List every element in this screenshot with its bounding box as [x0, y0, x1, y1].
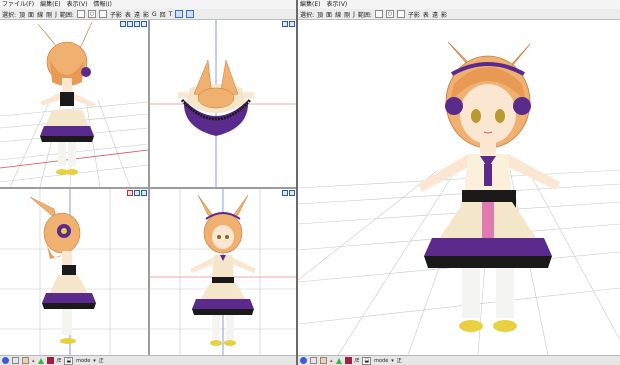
viewport-back-controls: [120, 21, 147, 27]
viewport-front[interactable]: [150, 189, 296, 355]
viewport-top-controls: [282, 21, 295, 27]
viewport-front-controls: [282, 190, 295, 196]
tool-far[interactable]: 遠: [134, 10, 140, 19]
range-circle-button[interactable]: ○: [385, 10, 394, 18]
menu-edit[interactable]: 編集(E): [40, 0, 60, 9]
select-joint[interactable]: J: [353, 11, 355, 18]
tool-shadow[interactable]: 影: [143, 10, 149, 19]
viewport-back-canvas: [0, 21, 148, 187]
left-toolbar: 選択: 頂 面 線 剛 J 範囲: ○ 子影 表 遠 影 G 回 T: [0, 9, 296, 20]
viewport-ctrl-icon[interactable]: [134, 190, 140, 196]
select-edge[interactable]: 線: [37, 10, 43, 19]
menu-view[interactable]: 表示(V): [326, 0, 347, 9]
move-icon[interactable]: [310, 357, 317, 364]
viewport-front-canvas: [150, 189, 296, 355]
viewport-side-controls: [127, 190, 147, 196]
axis-icon[interactable]: [2, 357, 9, 364]
viewport-ctrl-icon[interactable]: [127, 21, 133, 27]
tool-surface[interactable]: 表: [423, 10, 429, 19]
material-swatch-icon[interactable]: [46, 357, 54, 364]
range-label: 範囲:: [357, 11, 372, 19]
deg-field[interactable]: ⬓: [362, 356, 372, 365]
move-icon[interactable]: [12, 357, 19, 364]
tool-shadow[interactable]: 影: [441, 10, 447, 19]
viewport-ctrl-icon[interactable]: [289, 21, 295, 27]
viewport-ctrl-icon[interactable]: [127, 190, 133, 196]
viewport-ctrl-icon[interactable]: [282, 190, 288, 196]
tool-child[interactable]: 子影: [408, 10, 420, 19]
viewport-top[interactable]: [150, 20, 296, 187]
viewport-perspective[interactable]: [298, 20, 620, 355]
range-toggle-button[interactable]: [98, 10, 107, 18]
select-face[interactable]: 面: [326, 10, 332, 19]
range-rect-button[interactable]: [76, 10, 85, 18]
tool-rotate[interactable]: 回: [160, 10, 166, 19]
menu-file[interactable]: ファイル(F): [2, 0, 34, 9]
viewport-back[interactable]: [0, 20, 148, 187]
right-toolbar: 選択: 頂 面 線 剛 J 範囲: ○ 子影 表 遠 影: [298, 9, 620, 20]
select-label: 選択:: [2, 11, 17, 19]
select-edge[interactable]: 線: [335, 10, 341, 19]
green-arrow-icon[interactable]: [335, 357, 342, 364]
menu-edit[interactable]: 編集(E): [300, 0, 320, 9]
right-statusbar: ▴ /E ⬓ mode ▾ 正: [298, 355, 620, 365]
character-perspective-view: [418, 41, 560, 332]
grid-indicator[interactable]: ▴: [32, 358, 35, 364]
viewport-side-canvas: [0, 189, 148, 355]
select-face[interactable]: 面: [28, 10, 34, 19]
left-editor-window: ファイル(F) 編集(E) 表示(V) 情報(I) 選択: 頂 面 線 剛 J …: [0, 0, 296, 365]
extra-label: 正: [98, 358, 104, 364]
viewport-ctrl-icon[interactable]: [282, 21, 288, 27]
num-label: /E: [354, 357, 360, 364]
color-swatch-icon[interactable]: [320, 357, 327, 364]
menu-view[interactable]: 表示(V): [67, 0, 88, 9]
range-toggle-button[interactable]: [396, 10, 405, 18]
deg-field[interactable]: ⬓: [64, 356, 74, 365]
viewport-ctrl-icon[interactable]: [141, 21, 147, 27]
num-label: /E: [56, 357, 62, 364]
green-arrow-icon[interactable]: [37, 357, 44, 364]
viewport-ctrl-icon[interactable]: [141, 190, 147, 196]
select-vertex[interactable]: 頂: [19, 10, 25, 19]
extra-label: 正: [396, 358, 402, 364]
range-label: 範囲:: [59, 11, 74, 19]
left-menubar: ファイル(F) 編集(E) 表示(V) 情報(I): [0, 0, 296, 9]
mode-dropdown[interactable]: ▾: [93, 358, 96, 364]
grid-mode-icon[interactable]: [186, 10, 195, 18]
range-rect-button[interactable]: [374, 10, 383, 18]
menu-info[interactable]: 情報(I): [93, 0, 111, 9]
mode-dropdown[interactable]: ▾: [391, 358, 394, 364]
select-label: 選択:: [300, 11, 315, 19]
right-menubar: 編集(E) 表示(V): [298, 0, 620, 9]
character-back-view: [37, 21, 96, 175]
mode-label: mode: [374, 357, 389, 364]
mode-label: mode: [76, 357, 91, 364]
select-rigid[interactable]: 剛: [46, 10, 52, 19]
tool-child[interactable]: 子影: [110, 10, 122, 19]
select-joint[interactable]: J: [55, 11, 57, 18]
tool-t[interactable]: T: [169, 11, 173, 18]
color-swatch-icon[interactable]: [22, 357, 29, 364]
viewport-ctrl-icon[interactable]: [134, 21, 140, 27]
viewport-top-canvas: [150, 20, 296, 187]
view-mode-icon[interactable]: [175, 10, 184, 18]
tool-far[interactable]: 遠: [432, 10, 438, 19]
axis-icon[interactable]: [300, 357, 307, 364]
range-circle-button[interactable]: ○: [87, 10, 96, 18]
left-statusbar: ▴ /E ⬓ mode ▾ 正: [0, 355, 296, 365]
viewport-side[interactable]: [0, 189, 148, 355]
viewport-perspective-canvas: [298, 41, 620, 355]
viewport-ctrl-icon[interactable]: [120, 21, 126, 27]
grid-indicator[interactable]: ▴: [330, 358, 333, 364]
tool-surface[interactable]: 表: [125, 10, 131, 19]
material-swatch-icon[interactable]: [344, 357, 352, 364]
tool-g[interactable]: G: [152, 11, 157, 18]
viewport-ctrl-icon[interactable]: [289, 190, 295, 196]
select-vertex[interactable]: 頂: [317, 10, 323, 19]
select-rigid[interactable]: 剛: [344, 10, 350, 19]
right-viewer-window: 編集(E) 表示(V) 選択: 頂 面 線 剛 J 範囲: ○ 子影 表 遠 影: [298, 0, 620, 365]
